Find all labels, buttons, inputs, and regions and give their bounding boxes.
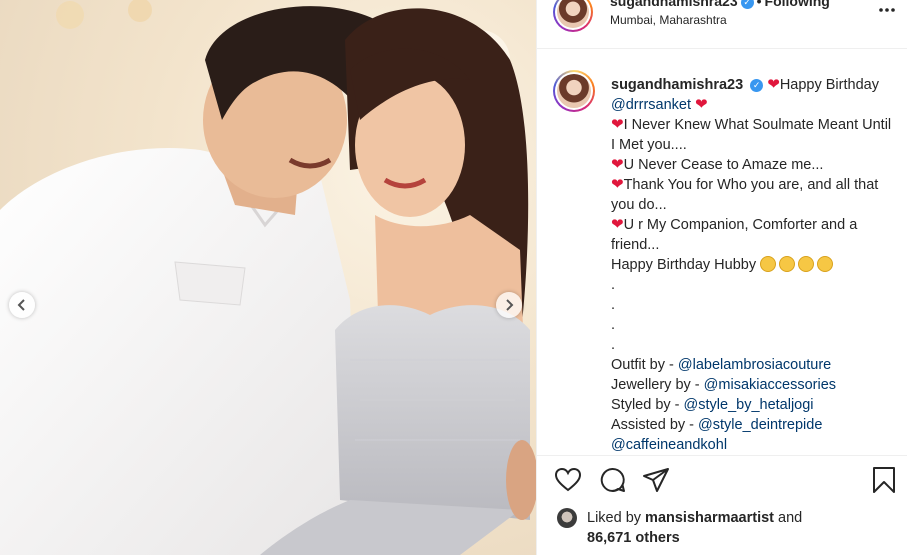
caption-dot: .	[611, 297, 616, 313]
caption-line-6: Happy Birthday Hubby	[611, 255, 896, 275]
heart-emoji-icon: ❤	[611, 116, 624, 133]
verified-badge-icon: ✓	[750, 78, 764, 92]
caption-avatar[interactable]	[553, 70, 595, 112]
following-button[interactable]: Following	[765, 0, 830, 9]
smiling-face-emoji-icon	[779, 256, 796, 272]
carousel-prev-button[interactable]	[9, 292, 35, 318]
caption-text: sugandhamishra23 ✓ ❤Happy Birthday @drrr…	[611, 75, 896, 454]
like-button[interactable]	[554, 466, 584, 496]
mention-link[interactable]: @caffeineandkohl	[611, 437, 727, 453]
separator-dot: •	[756, 0, 762, 9]
chevron-left-icon	[17, 299, 25, 311]
chevron-right-icon	[506, 299, 514, 311]
post-side-panel: sugandhamishra23 ✓ • Following Mumbai, Maha…	[536, 0, 907, 555]
post-location[interactable]: Mumbai, Maharashtra	[610, 13, 727, 27]
caption-line-3: ❤U Never Cease to Amaze me...	[611, 155, 896, 175]
heart-emoji-icon: ❤	[767, 76, 780, 93]
likes-count[interactable]: 86,671	[587, 530, 631, 546]
credit-line: Jewellery by - @misakiaccessories	[611, 375, 896, 395]
caption-line-2: ❤I Never Knew What Soulmate Meant Until …	[611, 115, 896, 155]
credit-line: Styled by - @style_by_hetaljogi	[611, 395, 896, 415]
comment-icon	[600, 467, 625, 492]
caption-text-line: Happy Birthday Hubby	[611, 257, 757, 273]
mention-link[interactable]: @style_by_hetaljogi	[684, 397, 814, 413]
comment-button[interactable]	[598, 466, 628, 496]
credit-label: Styled by -	[611, 397, 684, 413]
save-button[interactable]	[870, 466, 900, 496]
likes-prefix: Liked by	[587, 510, 646, 526]
author-avatar[interactable]	[553, 0, 593, 32]
carousel-next-button[interactable]	[496, 292, 522, 318]
credit-line: @caffeineandkohl	[611, 435, 896, 454]
credit-label: Outfit by -	[611, 357, 678, 373]
caption-dot: .	[611, 317, 616, 333]
caption-line-4: ❤Thank You for Who you are, and all that…	[611, 175, 896, 215]
post-header: sugandhamishra23 ✓ • Following Mumbai, Maha…	[537, 0, 907, 49]
heart-emoji-icon: ❤	[611, 176, 624, 193]
likes-and: and	[774, 510, 803, 526]
heart-emoji-icon: ❤	[611, 216, 624, 233]
more-options-icon[interactable]	[877, 0, 897, 20]
share-button[interactable]	[642, 466, 672, 496]
credit-label: Jewellery by -	[611, 377, 704, 393]
heart-emoji-icon: ❤	[611, 156, 624, 173]
post-photo[interactable]	[0, 0, 536, 555]
share-icon	[643, 468, 669, 492]
caption-text-line: I Never Knew What Soulmate Meant Until I…	[611, 117, 892, 153]
liker-username[interactable]: mansisharmaartist	[645, 510, 774, 526]
caption-section: sugandhamishra23 ✓ ❤Happy Birthday @drrr…	[537, 48, 907, 454]
mention-link[interactable]: @misakiaccessories	[704, 377, 836, 393]
caption-line-1: sugandhamishra23 ✓ ❤Happy Birthday @drrr…	[611, 75, 896, 115]
caption-text-line: U r My Companion, Comforter and a friend…	[611, 217, 858, 253]
credit-line: Assisted by - @style_deintrepide	[611, 415, 896, 435]
caption-username[interactable]: sugandhamishra23	[611, 77, 743, 93]
caption-dot: .	[611, 337, 616, 353]
bookmark-icon	[873, 467, 895, 493]
liker-avatar[interactable]	[557, 508, 577, 528]
caption-line-5: ❤U r My Companion, Comforter and a frien…	[611, 215, 896, 255]
heart-icon	[554, 467, 582, 492]
caption-text-line: U Never Cease to Amaze me...	[623, 157, 824, 173]
smiling-face-emoji-icon	[760, 256, 777, 272]
mention-link[interactable]: @style_deintrepide	[698, 417, 822, 433]
couple-photo	[0, 0, 536, 555]
caption-birthday-text: Happy Birthday	[779, 77, 879, 93]
credit-label: Assisted by -	[611, 417, 699, 433]
header-username-row: sugandhamishra23 ✓ • Following	[610, 0, 830, 9]
likes-suffix[interactable]: others	[631, 530, 679, 546]
mention-link[interactable]: @labelambrosiacouture	[678, 357, 831, 373]
smiling-face-emoji-icon	[817, 256, 834, 272]
mention-link[interactable]: @drrrsanket	[611, 97, 691, 113]
heart-emoji-icon: ❤	[695, 96, 708, 113]
verified-badge-icon: ✓	[740, 0, 754, 9]
post-actions-bar: Liked by mansisharmaartist and 86,671 ot…	[537, 455, 907, 556]
caption-dot: .	[611, 277, 616, 293]
smiling-face-emoji-icon	[798, 256, 815, 272]
author-username[interactable]: sugandhamishra23	[610, 0, 738, 9]
likes-summary: Liked by mansisharmaartist and 86,671 ot…	[587, 508, 802, 548]
credit-line: Outfit by - @labelambrosiacouture	[611, 355, 896, 375]
caption-text-line: Thank You for Who you are, and all that …	[611, 177, 879, 213]
